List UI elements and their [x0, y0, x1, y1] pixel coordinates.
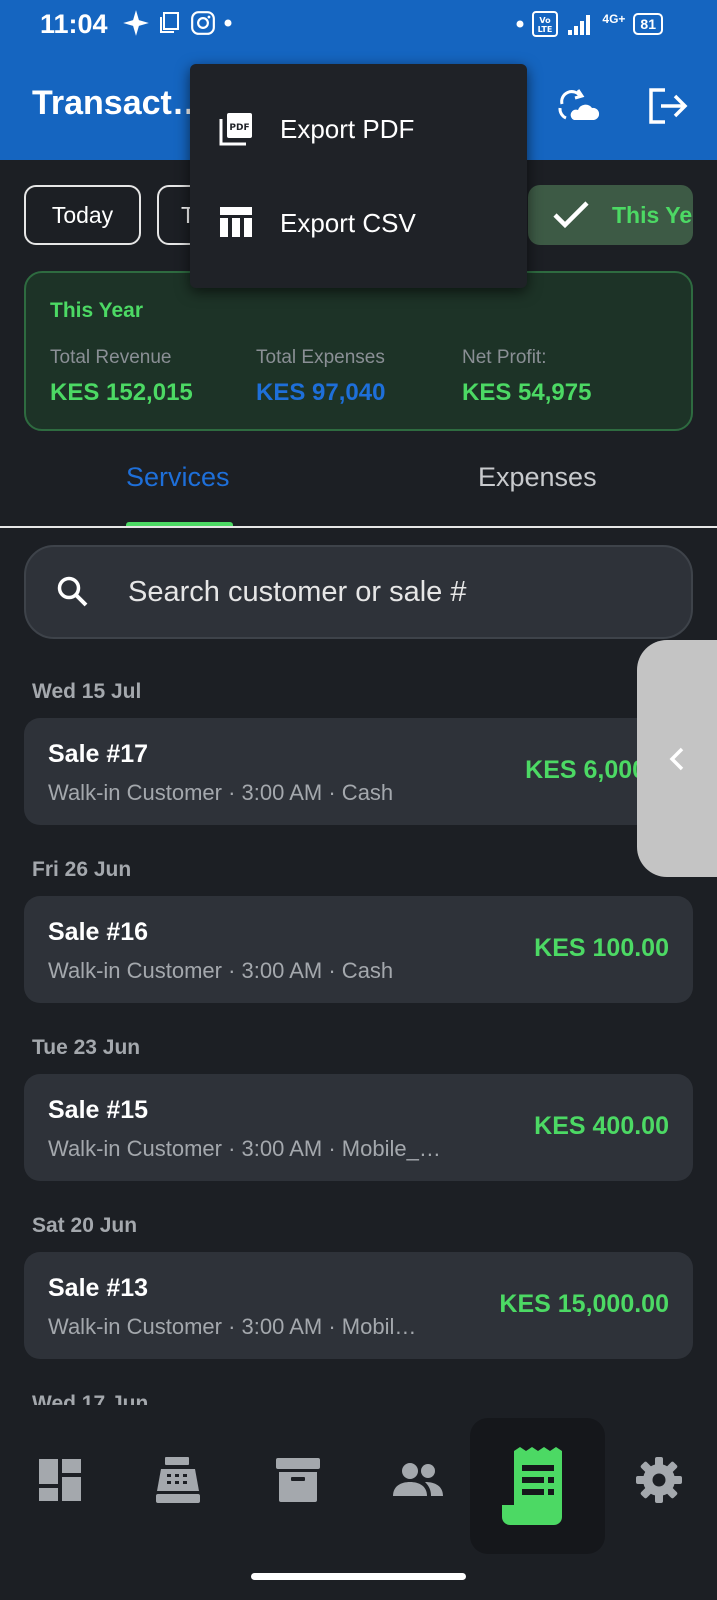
- list-item[interactable]: Sale #13 Walk-in Customer · 3:00 AM · Mo…: [24, 1252, 693, 1359]
- nav-settings[interactable]: [629, 1450, 689, 1510]
- day-header: Wed 17 Jun: [32, 1392, 149, 1405]
- tab-services[interactable]: Services: [126, 462, 230, 493]
- metric-label: Total Revenue: [50, 347, 172, 368]
- volte-icon: VoLTE: [532, 11, 559, 37]
- metric-value: KES 152,015: [50, 379, 193, 406]
- day-header: Tue 23 Jun: [32, 1036, 141, 1059]
- cloud-sync-button[interactable]: [554, 82, 602, 130]
- day-header: Fri 26 Jun: [32, 858, 132, 881]
- page-title: Transact…: [32, 84, 206, 122]
- metric-revenue: Total Revenue KES 152,015: [50, 347, 193, 407]
- chevron-left-icon: [669, 747, 684, 770]
- side-drawer-handle[interactable]: [637, 640, 717, 877]
- sale-details: Walk-in Customer · 3:00 AM · Mobil…: [48, 1314, 417, 1339]
- receipt-icon: [501, 1447, 562, 1525]
- metric-label: Net Profit:: [462, 347, 547, 368]
- instagram-icon: [191, 11, 215, 35]
- status-system-icons: Vo LTE 4G+ 81: [516, 11, 663, 37]
- sale-amount: KES 15,000.00: [499, 1290, 669, 1318]
- battery-icon: 81: [633, 13, 663, 35]
- transaction-list[interactable]: Wed 15 Jul Sale #17 Walk-in Customer · 3…: [0, 660, 717, 1405]
- metric-value: KES 97,040: [256, 379, 386, 406]
- menu-item-label: Export PDF: [280, 113, 415, 144]
- sale-details: Walk-in Customer · 3:00 AM · Cash: [48, 780, 394, 805]
- people-icon: [393, 1463, 443, 1496]
- logout-icon: [649, 88, 688, 124]
- filter-chip-this-year[interactable]: This Ye: [528, 185, 693, 245]
- nav-customers[interactable]: [388, 1450, 448, 1510]
- sale-amount: KES 6,000.: [525, 756, 653, 784]
- filter-chip-today[interactable]: Today: [24, 185, 141, 245]
- menu-item-export-pdf[interactable]: PDF Export PDF: [190, 84, 527, 174]
- day-header: Sat 20 Jun: [32, 1214, 138, 1237]
- menu-item-label: Export CSV: [280, 207, 416, 238]
- dashboard-icon: [39, 1459, 81, 1501]
- signal-icon: [568, 15, 591, 35]
- svg-text:PDF: PDF: [229, 123, 249, 133]
- sale-details: Walk-in Customer · 3:00 AM · Mobile_…: [48, 1136, 441, 1161]
- search-icon: [57, 576, 88, 607]
- sale-amount: KES 400.00: [534, 1112, 669, 1140]
- chip-label: This Ye: [612, 201, 693, 228]
- nav-transactions[interactable]: [470, 1418, 605, 1554]
- metric-expenses: Total Expenses KES 97,040: [256, 347, 385, 407]
- sale-title: Sale #16: [48, 918, 149, 946]
- status-bar: 11:04 Vo LTE 4G+ 81: [0, 0, 717, 48]
- list-item[interactable]: Sale #17 Walk-in Customer · 3:00 AM · Ca…: [24, 718, 693, 825]
- nav-dashboard[interactable]: [30, 1450, 90, 1510]
- gear-icon: [636, 1457, 682, 1503]
- sale-title: Sale #15: [48, 1096, 149, 1124]
- svg-text:Vo: Vo: [540, 16, 552, 25]
- home-indicator[interactable]: [251, 1573, 466, 1580]
- logout-button[interactable]: [644, 82, 692, 130]
- tab-expenses[interactable]: Expenses: [478, 462, 597, 493]
- sparkle-icon: [123, 10, 149, 36]
- pdf-icon: PDF: [219, 113, 252, 146]
- status-notification-icons: [122, 9, 232, 37]
- search-input[interactable]: [128, 565, 668, 619]
- sale-title: Sale #17: [48, 740, 149, 768]
- menu-item-export-csv[interactable]: Export CSV: [190, 178, 527, 268]
- metric-value: KES 54,975: [462, 379, 592, 406]
- chip-label: Today: [51, 201, 114, 228]
- dot-icon: [516, 20, 524, 28]
- cash-register-icon: [156, 1457, 200, 1503]
- list-item[interactable]: Sale #15 Walk-in Customer · 3:00 AM · Mo…: [24, 1074, 693, 1181]
- archive-icon: [276, 1458, 320, 1502]
- nav-pos[interactable]: [148, 1450, 208, 1510]
- metric-profit: Net Profit: KES 54,975: [462, 347, 591, 407]
- nav-inventory[interactable]: [268, 1450, 328, 1510]
- day-header: Wed 15 Jul: [32, 680, 142, 703]
- export-menu: PDF Export PDF Export CSV: [190, 64, 527, 288]
- status-time: 11:04: [40, 9, 108, 39]
- table-icon: [220, 207, 252, 237]
- search-bar: [24, 545, 693, 639]
- summary-period: This Year: [50, 299, 144, 322]
- metric-label: Total Expenses: [256, 347, 385, 368]
- cloud-sync-icon: [558, 89, 600, 120]
- summary-card: This Year Total Revenue KES 152,015 Tota…: [24, 271, 693, 431]
- svg-text:LTE: LTE: [538, 25, 553, 34]
- sale-title: Sale #13: [48, 1274, 149, 1302]
- dot-icon: [224, 19, 232, 27]
- tab-divider: [0, 526, 717, 528]
- check-icon: [553, 201, 589, 229]
- bottom-nav: [0, 1410, 717, 1600]
- sale-details: Walk-in Customer · 3:00 AM · Cash: [48, 958, 394, 983]
- sale-amount: KES 100.00: [534, 934, 669, 962]
- list-item[interactable]: Sale #16 Walk-in Customer · 3:00 AM · Ca…: [24, 896, 693, 1003]
- network-type: 4G+: [602, 12, 626, 26]
- screenshot-icon: [160, 12, 179, 33]
